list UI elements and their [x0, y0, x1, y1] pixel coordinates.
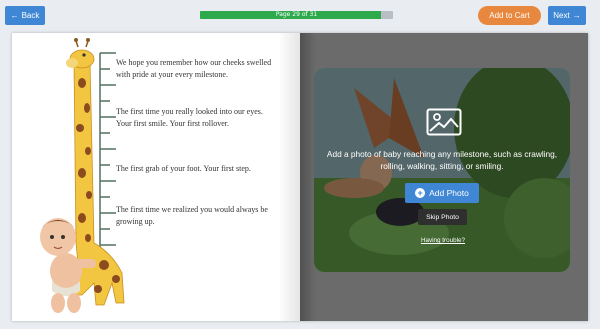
next-button[interactable]: Next →: [548, 6, 586, 25]
add-photo-button[interactable]: + Add Photo: [405, 183, 479, 203]
back-button[interactable]: ← Back: [5, 6, 45, 25]
story-paragraph-3: The first grab of your foot. Your first …: [116, 164, 251, 173]
page-progress-bar: Page 29 of 31: [200, 11, 393, 19]
plus-circle-icon: +: [415, 188, 426, 198]
left-page: We hope you remember how our cheeks swel…: [12, 33, 300, 321]
photo-placeholder[interactable]: Add a photo of baby reaching any milesto…: [314, 68, 570, 272]
arrow-right-icon: →: [572, 11, 581, 20]
book-spread: We hope you remember how our cheeks swel…: [12, 33, 588, 321]
story-paragraph-2: The first time you really looked into ou…: [116, 107, 263, 128]
arrow-left-icon: ←: [10, 11, 19, 20]
progress-text: Page 29 of 31: [275, 11, 318, 18]
story-paragraph-4: The first time we realized you would alw…: [116, 205, 268, 226]
skip-photo-button[interactable]: Skip Photo: [418, 209, 467, 225]
image-icon: [426, 108, 462, 136]
back-label: Back: [21, 11, 40, 20]
next-label: Next: [553, 11, 570, 20]
having-trouble-link[interactable]: Having trouble?: [412, 237, 474, 244]
baby-illustration: [40, 218, 96, 313]
add-photo-label: Add Photo: [429, 188, 469, 198]
add-to-cart-button[interactable]: Add to Cart: [478, 6, 541, 25]
right-page: Add a photo of baby reaching any milesto…: [300, 33, 588, 321]
photo-prompt: Add a photo of baby reaching any milesto…: [326, 149, 558, 171]
story-paragraph-1: We hope you remember how our cheeks swel…: [116, 58, 272, 79]
